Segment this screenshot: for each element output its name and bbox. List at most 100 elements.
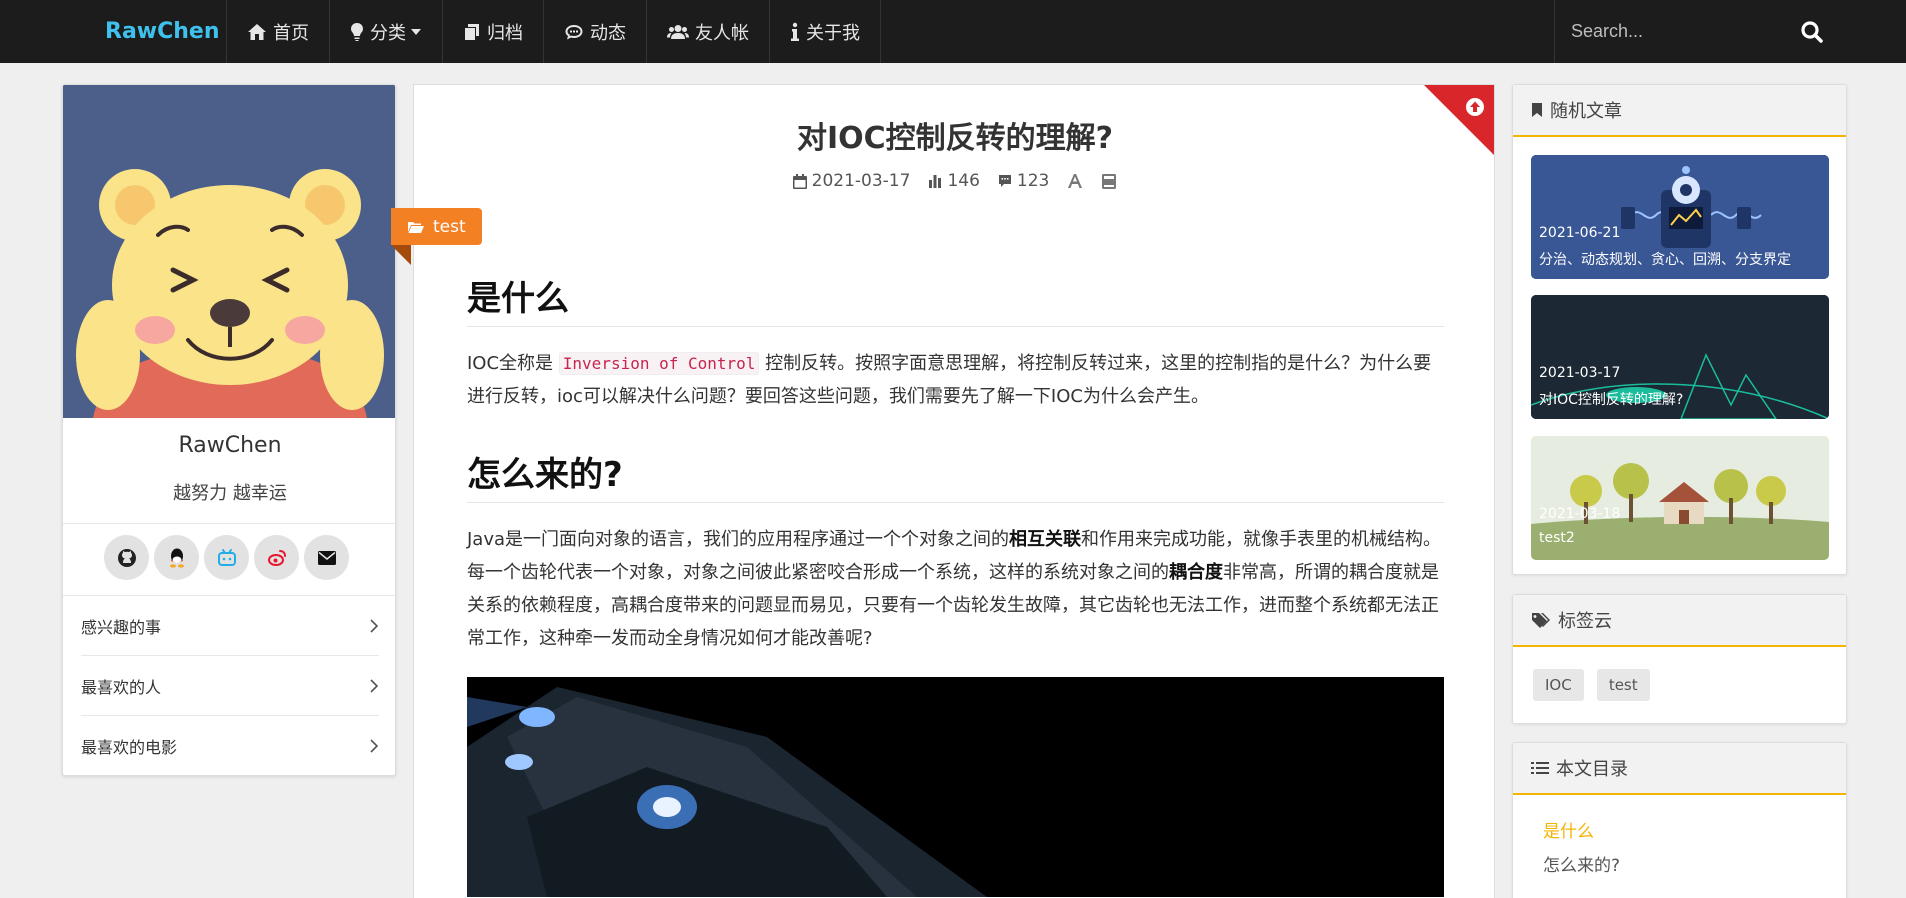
section-heading: 怎么来的? <box>467 447 1444 503</box>
inline-code: Inversion of Control <box>558 352 760 375</box>
article-panel: 对IOC控制反转的理解? 2021-03-17 146 123 是什么 IOC全… <box>413 84 1495 898</box>
github-button[interactable] <box>104 535 149 580</box>
nav-item-label: 归档 <box>487 22 523 44</box>
profile-link-label: 感兴趣的事 <box>81 617 162 637</box>
github-icon <box>117 548 136 567</box>
meta-date-text: 2021-03-17 <box>811 171 911 191</box>
random-post-card[interactable]: 2021-03-18 test2 <box>1531 436 1829 560</box>
toc-widget: 本文目录 是什么 怎么来的? <box>1512 742 1847 898</box>
widget-title: 本文目录 <box>1556 759 1628 780</box>
spaceship-image <box>467 677 1444 897</box>
font-size-toggle[interactable] <box>1067 173 1083 189</box>
random-post-title: 分治、动态规划、贪心、回溯、分支界定 <box>1539 252 1791 268</box>
nav-item-about[interactable]: 关于我 <box>769 0 881 63</box>
category-tag-label: test <box>433 216 466 237</box>
caret-down-icon <box>411 28 421 35</box>
profile-link-favorite-movies[interactable]: 最喜欢的电影 <box>81 716 379 775</box>
bilibili-icon <box>217 548 236 566</box>
reading-mode-toggle[interactable] <box>1101 173 1117 190</box>
copy-icon <box>465 23 479 40</box>
nav-item-moments[interactable]: 动态 <box>543 0 646 63</box>
list-icon <box>1531 762 1549 774</box>
nav-item-label: 友人帐 <box>695 22 749 44</box>
random-post-card[interactable]: 2021-03-17 对IOC控制反转的理解? <box>1531 295 1829 419</box>
meta-date: 2021-03-17 <box>792 171 911 191</box>
meta-comments: 123 <box>998 171 1049 191</box>
profile-name: RawChen <box>178 433 282 458</box>
qq-button[interactable] <box>154 535 199 580</box>
nav-item-category[interactable]: 分类 <box>329 0 442 63</box>
comment-icon <box>565 24 583 39</box>
article-meta: 2021-03-17 146 123 <box>414 171 1494 191</box>
paragraph: Java是一门面向对象的语言，我们的应用程序通过一个个对象之间的相互关联和作用来… <box>467 523 1444 655</box>
paragraph-text: IOC全称是 <box>467 353 559 374</box>
email-icon <box>317 550 336 565</box>
search-box <box>1554 0 1836 63</box>
tag-chip[interactable]: IOC <box>1533 669 1584 701</box>
nav-item-label: 首页 <box>273 22 309 44</box>
home-icon <box>248 23 266 40</box>
email-button[interactable] <box>304 535 349 580</box>
widget-header: 本文目录 <box>1513 743 1846 795</box>
search-input[interactable] <box>1571 16 1771 46</box>
nav-item-archive[interactable]: 归档 <box>442 0 543 63</box>
bar-chart-icon <box>929 175 942 188</box>
meta-comments-text: 123 <box>1016 171 1050 191</box>
profile-link-label: 最喜欢的人 <box>81 677 162 697</box>
tag-list: IOC test <box>1513 647 1846 701</box>
toc-list: 是什么 怎么来的? <box>1513 795 1846 883</box>
bold-text: 耦合度 <box>1169 562 1223 583</box>
village-illustration <box>1531 436 1829 560</box>
random-post-title: test2 <box>1539 530 1575 546</box>
meta-views: 146 <box>928 171 980 191</box>
profile-link-label: 最喜欢的电影 <box>81 738 178 757</box>
category-tag-fold <box>391 245 411 265</box>
profile-link-list: 感兴趣的事 最喜欢的人 最喜欢的电影 <box>81 596 379 775</box>
weibo-icon <box>267 549 286 566</box>
random-post-title: 对IOC控制反转的理解? <box>1539 392 1684 408</box>
search-icon[interactable] <box>1799 19 1825 45</box>
social-links <box>104 535 349 580</box>
widget-title: 标签云 <box>1558 611 1612 632</box>
info-icon <box>791 22 799 41</box>
tag-cloud-widget: 标签云 IOC test <box>1512 594 1847 724</box>
book-icon <box>1102 173 1117 189</box>
nav-item-friends[interactable]: 友人帐 <box>646 0 769 63</box>
chevron-right-icon <box>370 739 379 753</box>
bold-text: 相互关联 <box>1009 529 1082 550</box>
nav-item-home[interactable]: 首页 <box>226 0 329 63</box>
spaceship-illustration <box>467 677 1444 897</box>
folder-open-icon <box>408 221 424 233</box>
bookmark-icon <box>1532 103 1542 117</box>
random-post-date: 2021-06-21 <box>1539 225 1621 241</box>
divider <box>63 523 395 524</box>
random-post-card[interactable]: 2021-06-21 分治、动态规划、贪心、回溯、分支界定 <box>1531 155 1829 279</box>
paragraph: IOC全称是 Inversion of Control 控制反转。按照字面意思理… <box>467 347 1444 413</box>
profile-link-interests[interactable]: 感兴趣的事 <box>81 596 379 656</box>
profile-motto: 越努力 越幸运 <box>173 483 287 504</box>
category-tag[interactable]: test <box>391 208 482 245</box>
comment-icon <box>998 175 1011 187</box>
nav-item-label: 分类 <box>370 22 406 44</box>
pooh-bear-avatar-image <box>63 85 395 418</box>
paragraph-text: Java是一门面向对象的语言，我们的应用程序通过一个个对象之间的 <box>467 529 1010 550</box>
section-heading: 是什么 <box>467 271 1444 327</box>
tag-chip[interactable]: test <box>1596 669 1650 701</box>
weibo-button[interactable] <box>254 535 299 580</box>
profile-link-favorite-people[interactable]: 最喜欢的人 <box>81 656 379 716</box>
toc-item-active[interactable]: 是什么 <box>1543 815 1846 849</box>
top-navbar: RawChen 首页 分类 归档 动态 友人帐 关于我 <box>0 0 1906 63</box>
profile-card: RawChen 越努力 越幸运 感兴趣的事 最喜欢的人 最喜欢的电影 <box>62 84 396 776</box>
random-post-date: 2021-03-17 <box>1539 365 1621 381</box>
chevron-right-icon <box>370 618 379 633</box>
meta-views-text: 146 <box>947 171 980 191</box>
nav-item-label: 动态 <box>590 22 626 44</box>
random-post-date: 2021-03-18 <box>1539 506 1621 522</box>
bilibili-button[interactable] <box>204 535 249 580</box>
brand-logo[interactable]: RawChen <box>105 0 220 63</box>
toc-item[interactable]: 怎么来的? <box>1543 849 1846 883</box>
widget-title: 随机文章 <box>1550 101 1622 122</box>
random-posts-widget: 随机文章 2021-06-21 分治、动态规划、贪心、回溯、分支界定 2021-… <box>1512 84 1847 575</box>
article-content: 是什么 IOC全称是 Inversion of Control 控制反转。按照字… <box>467 271 1444 897</box>
font-icon <box>1068 174 1083 188</box>
